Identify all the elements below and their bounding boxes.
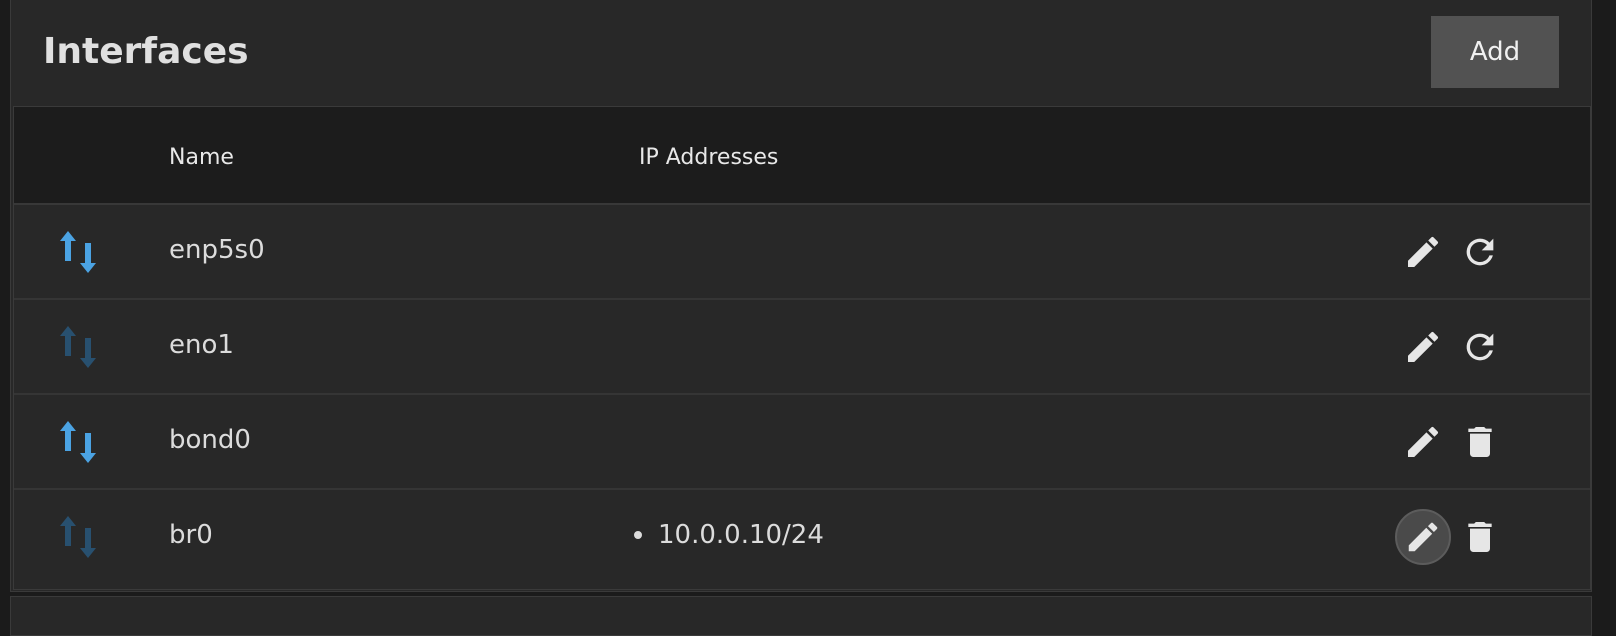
edit-button[interactable] <box>1395 414 1451 470</box>
interface-name: bond0 <box>169 425 251 455</box>
reset-button[interactable] <box>1452 224 1508 280</box>
table-row: eno1 <box>14 300 1590 395</box>
table-header: Name IP Addresses <box>14 107 1590 205</box>
interface-name: br0 <box>169 520 213 550</box>
edit-button[interactable] <box>1395 319 1451 375</box>
table-row: enp5s0 <box>14 205 1590 300</box>
arrows-up-down-icon <box>58 417 98 467</box>
arrows-up-down-icon <box>58 512 98 562</box>
delete-button[interactable] <box>1452 509 1508 565</box>
interfaces-table: Name IP Addresses enp5s0 eno1 bond0 br0 … <box>13 106 1591 590</box>
pencil-icon <box>1408 426 1439 457</box>
edit-button[interactable] <box>1395 509 1451 565</box>
column-header-name[interactable]: Name <box>169 145 234 170</box>
arrows-up-down-icon <box>58 322 98 372</box>
add-button[interactable]: Add <box>1431 16 1559 88</box>
card-header: Interfaces Add <box>11 0 1591 104</box>
reset-button[interactable] <box>1452 319 1508 375</box>
column-header-ip-addresses[interactable]: IP Addresses <box>639 145 778 170</box>
card-title: Interfaces <box>43 31 249 72</box>
arrows-up-down-icon <box>58 227 98 277</box>
next-card <box>10 596 1592 636</box>
interface-name: enp5s0 <box>169 235 265 265</box>
ip-address: 10.0.0.10/24 <box>658 520 824 550</box>
interface-name: eno1 <box>169 330 234 360</box>
ip-address-item: 10.0.0.10/24 <box>634 520 824 550</box>
pencil-icon <box>1408 236 1439 267</box>
trash-icon <box>1468 427 1492 457</box>
trash-icon <box>1468 522 1492 552</box>
ip-address-list: 10.0.0.10/24 <box>634 520 824 550</box>
table-row: br0 10.0.0.10/24 <box>14 490 1590 585</box>
delete-button[interactable] <box>1452 414 1508 470</box>
refresh-icon <box>1466 238 1494 266</box>
refresh-icon <box>1466 333 1494 361</box>
bullet-icon <box>634 531 642 539</box>
edit-button[interactable] <box>1395 224 1451 280</box>
interfaces-card: Interfaces Add Name IP Addresses enp5s0 <box>10 0 1592 592</box>
table-row: bond0 <box>14 395 1590 490</box>
pencil-icon <box>1408 331 1439 362</box>
pencil-icon <box>1408 522 1438 552</box>
